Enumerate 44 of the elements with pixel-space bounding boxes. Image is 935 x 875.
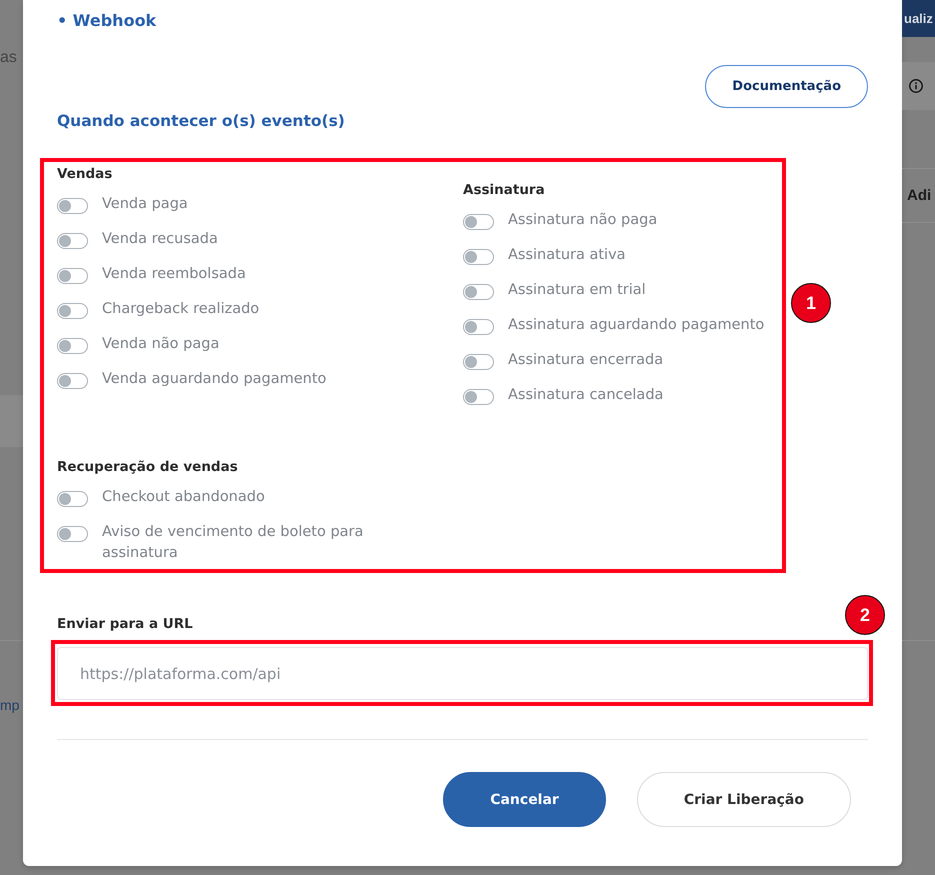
toggle-switch[interactable] <box>57 491 88 507</box>
toggle-switch[interactable] <box>57 303 88 319</box>
toggle-switch[interactable] <box>57 373 88 389</box>
event-label: Assinatura em trial <box>508 281 646 300</box>
toggle-switch[interactable] <box>463 319 494 335</box>
toggle-switch[interactable] <box>57 198 88 214</box>
callout-number: 2 <box>845 595 885 635</box>
event-label: Assinatura cancelada <box>508 386 664 405</box>
group-heading: Vendas <box>57 165 112 183</box>
toggle-switch[interactable] <box>463 284 494 300</box>
event-label: Checkout abandonado <box>102 488 265 507</box>
group-heading: Recuperação de vendas <box>57 458 238 476</box>
field-label: Enviar para a URL <box>57 615 193 633</box>
event-label: Venda reembolsada <box>102 265 246 284</box>
toggle-switch[interactable] <box>463 214 494 230</box>
toggle-switch[interactable] <box>57 338 88 354</box>
background-text: as <box>0 49 18 67</box>
header-button[interactable]: ualiz <box>902 0 935 37</box>
side-tab[interactable]: Adi <box>902 169 935 222</box>
url-input[interactable]: https://plataforma.com/api <box>57 647 868 700</box>
event-label: Assinatura aguardando pagamento <box>508 316 764 335</box>
info-icon[interactable] <box>909 79 923 93</box>
toggle-switch[interactable] <box>463 354 494 370</box>
event-label: Venda aguardando pagamento <box>102 370 326 389</box>
documentation-button[interactable]: Documentação <box>705 65 868 108</box>
event-label: Venda paga <box>102 195 188 214</box>
toggle-switch[interactable] <box>57 233 88 249</box>
modal-title: • Webhook <box>57 10 156 32</box>
cancel-button[interactable]: Cancelar <box>443 772 606 827</box>
callout-number: 1 <box>791 283 831 323</box>
group-heading: Assinatura <box>463 181 545 199</box>
event-label: Assinatura ativa <box>508 246 626 265</box>
event-label: Assinatura encerrada <box>508 351 664 370</box>
toggle-switch[interactable] <box>463 249 494 265</box>
event-label: Chargeback realizado <box>102 300 260 319</box>
create-button[interactable]: Criar Liberação <box>636 772 851 827</box>
section-title: Quando acontecer o(s) evento(s) <box>57 111 345 132</box>
event-label: Venda recusada <box>102 230 218 249</box>
event-label: Assinatura não paga <box>508 211 658 230</box>
event-label: Aviso de vencimento de boleto para assinatura <box>102 523 364 563</box>
toggle-switch[interactable] <box>463 389 494 405</box>
toggle-switch[interactable] <box>57 268 88 284</box>
toggle-switch[interactable] <box>57 526 88 542</box>
event-label: Venda não paga <box>102 335 220 354</box>
